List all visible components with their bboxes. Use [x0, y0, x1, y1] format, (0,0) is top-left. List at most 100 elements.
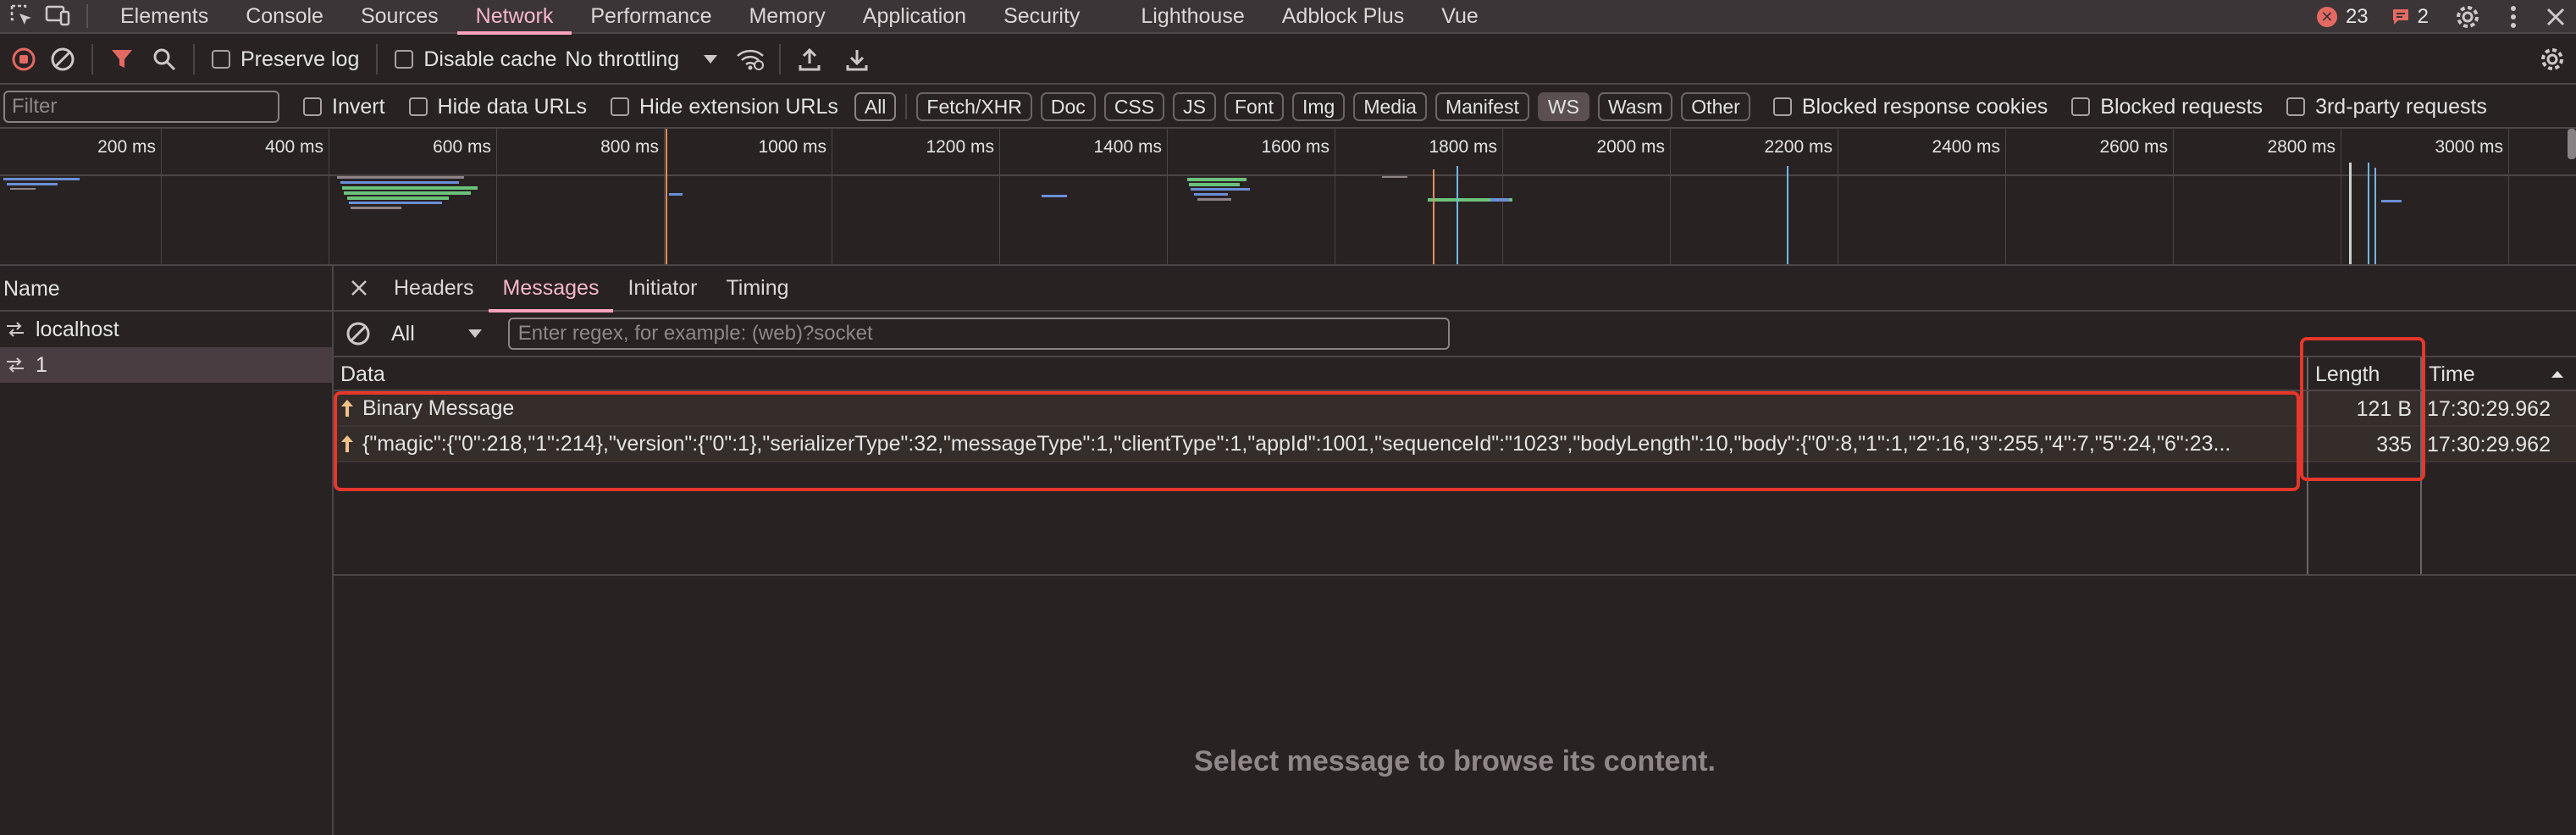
time-column-label: Time	[2429, 362, 2475, 386]
name-column-header[interactable]: Name	[0, 266, 332, 312]
type-filter-font[interactable]: Font	[1224, 92, 1284, 121]
more-options-icon[interactable]	[2496, 0, 2530, 34]
network-overview-timeline[interactable]: 200 ms 400 ms 600 ms 800 ms 1000 ms 1200 ms 14…	[0, 129, 2576, 266]
type-filter-css[interactable]: CSS	[1103, 92, 1165, 121]
third-party-requests-checkbox[interactable]: 3rd-party requests	[2286, 95, 2487, 119]
type-filter-wasm[interactable]: Wasm	[1597, 92, 1673, 121]
disable-cache-label: Disable cache	[423, 47, 557, 71]
blocked-response-cookies-label: Blocked response cookies	[1801, 94, 2048, 119]
overview-gridline	[1670, 129, 1671, 264]
message-row[interactable]: {"magic":{"0":218,"1":214},"version":{"0…	[334, 427, 2576, 462]
message-type-select[interactable]: All	[391, 322, 483, 346]
request-name-panel: Name localhost 1	[0, 266, 334, 835]
filter-input[interactable]	[3, 91, 279, 123]
message-data: {"magic":{"0":218,"1":214},"version":{"0…	[362, 432, 2231, 456]
network-conditions-icon[interactable]	[727, 35, 774, 84]
close-detail-icon[interactable]	[339, 279, 379, 296]
length-column-header[interactable]: Length	[2307, 357, 2420, 390]
blocked-requests-label: Blocked requests	[2100, 94, 2264, 119]
checkbox-box[interactable]	[408, 97, 428, 116]
checkbox-box[interactable]	[1772, 97, 1792, 116]
devtools-tab-bar: Elements Console Sources Network Perform…	[0, 0, 2576, 35]
type-filter-img[interactable]: Img	[1291, 92, 1346, 121]
export-har-icon[interactable]	[833, 35, 881, 84]
checkbox-box[interactable]	[611, 97, 630, 116]
overview-bar	[10, 188, 36, 190]
checkbox-box[interactable]	[2286, 97, 2306, 116]
tab-security[interactable]: Security	[985, 0, 1098, 33]
request-row-1[interactable]: 1	[0, 347, 332, 383]
tab-performance[interactable]: Performance	[572, 0, 730, 33]
type-filter-doc[interactable]: Doc	[1040, 92, 1096, 121]
search-icon[interactable]	[141, 35, 188, 84]
clear-messages-icon[interactable]	[345, 321, 371, 346]
tab-sources[interactable]: Sources	[342, 0, 457, 33]
detail-tab-timing[interactable]: Timing	[711, 265, 803, 311]
settings-gear-icon[interactable]	[2451, 0, 2485, 34]
tab-console[interactable]: Console	[227, 0, 342, 33]
overview-bar	[1490, 198, 1509, 202]
type-filter-fetch-xhr[interactable]: Fetch/XHR	[916, 92, 1032, 121]
error-count-badge[interactable]: ✕ 23	[2316, 5, 2369, 29]
overview-bar	[669, 193, 683, 196]
tab-memory[interactable]: Memory	[730, 0, 843, 33]
tab-elements[interactable]: Elements	[102, 0, 227, 33]
overview-gridline	[999, 129, 1000, 264]
type-filter-other[interactable]: Other	[1681, 92, 1750, 121]
import-har-icon[interactable]	[786, 35, 833, 84]
hide-data-urls-label: Hide data URLs	[437, 94, 588, 119]
hide-extension-urls-checkbox[interactable]: Hide extension URLs	[611, 95, 838, 119]
detail-tab-initiator[interactable]: Initiator	[613, 265, 711, 311]
overview-tick-label: 3000 ms	[2435, 137, 2503, 157]
checkbox-box[interactable]	[395, 50, 414, 69]
overview-bar	[2349, 163, 2352, 264]
time-column-header[interactable]: Time	[2420, 357, 2576, 390]
column-divider[interactable]	[2420, 391, 2422, 574]
checkbox-box[interactable]	[303, 97, 322, 116]
overview-tick-label: 1800 ms	[1429, 137, 1497, 157]
tab-network[interactable]: Network	[456, 0, 572, 35]
checkbox-box[interactable]	[2071, 97, 2091, 116]
toolbar-divider	[779, 44, 782, 75]
filter-divider	[905, 94, 908, 119]
device-toolbar-icon[interactable]	[41, 0, 75, 33]
tab-application[interactable]: Application	[844, 0, 985, 33]
tab-vue[interactable]: Vue	[1423, 0, 1497, 33]
invert-checkbox[interactable]: Invert	[303, 95, 385, 119]
close-devtools-icon[interactable]	[2539, 0, 2573, 34]
filter-funnel-icon[interactable]	[98, 35, 146, 84]
request-row-localhost[interactable]: localhost	[0, 312, 332, 347]
blocked-requests-checkbox[interactable]: Blocked requests	[2071, 95, 2263, 119]
type-filter-media[interactable]: Media	[1353, 92, 1427, 121]
type-filter-manifest[interactable]: Manifest	[1434, 92, 1529, 121]
clear-log-button[interactable]	[39, 35, 86, 84]
tab-lighthouse[interactable]: Lighthouse	[1122, 0, 1263, 33]
overview-tick-label: 2600 ms	[2099, 137, 2168, 157]
message-row[interactable]: Binary Message 121 B 17:30:29.962	[334, 391, 2576, 427]
message-regex-input[interactable]	[507, 318, 1450, 350]
hide-data-urls-checkbox[interactable]: Hide data URLs	[408, 94, 588, 119]
preserve-log-checkbox[interactable]: Preserve log	[212, 47, 359, 72]
detail-tab-messages[interactable]: Messages	[488, 265, 614, 312]
network-settings-gear-icon[interactable]	[2529, 35, 2576, 84]
request-name: 1	[36, 352, 47, 377]
throttling-select[interactable]: No throttling	[565, 47, 718, 72]
overview-tick-label: 2200 ms	[1764, 137, 1832, 157]
overview-bar	[1787, 166, 1788, 264]
message-count-badge[interactable]: 2	[2391, 5, 2429, 29]
toolbar-divider	[193, 44, 195, 75]
data-column-header[interactable]: Data	[334, 357, 2307, 390]
blocked-response-cookies-checkbox[interactable]: Blocked response cookies	[1772, 94, 2048, 119]
type-filter-ws[interactable]: WS	[1537, 92, 1589, 121]
type-filter-js[interactable]: JS	[1173, 92, 1216, 121]
detail-tab-headers[interactable]: Headers	[379, 265, 489, 311]
tab-adblock-plus[interactable]: Adblock Plus	[1263, 0, 1423, 33]
column-divider[interactable]	[2307, 391, 2308, 574]
overview-tick-labels: 200 ms 400 ms 600 ms 800 ms 1000 ms 1200 ms 14…	[97, 137, 2503, 157]
disable-cache-checkbox[interactable]: Disable cache	[395, 47, 556, 72]
type-filter-all[interactable]: All	[854, 92, 897, 121]
checkbox-box[interactable]	[212, 50, 230, 69]
overview-bar	[1042, 195, 1067, 197]
error-count: 23	[2345, 5, 2369, 28]
inspect-element-icon[interactable]	[5, 0, 39, 33]
